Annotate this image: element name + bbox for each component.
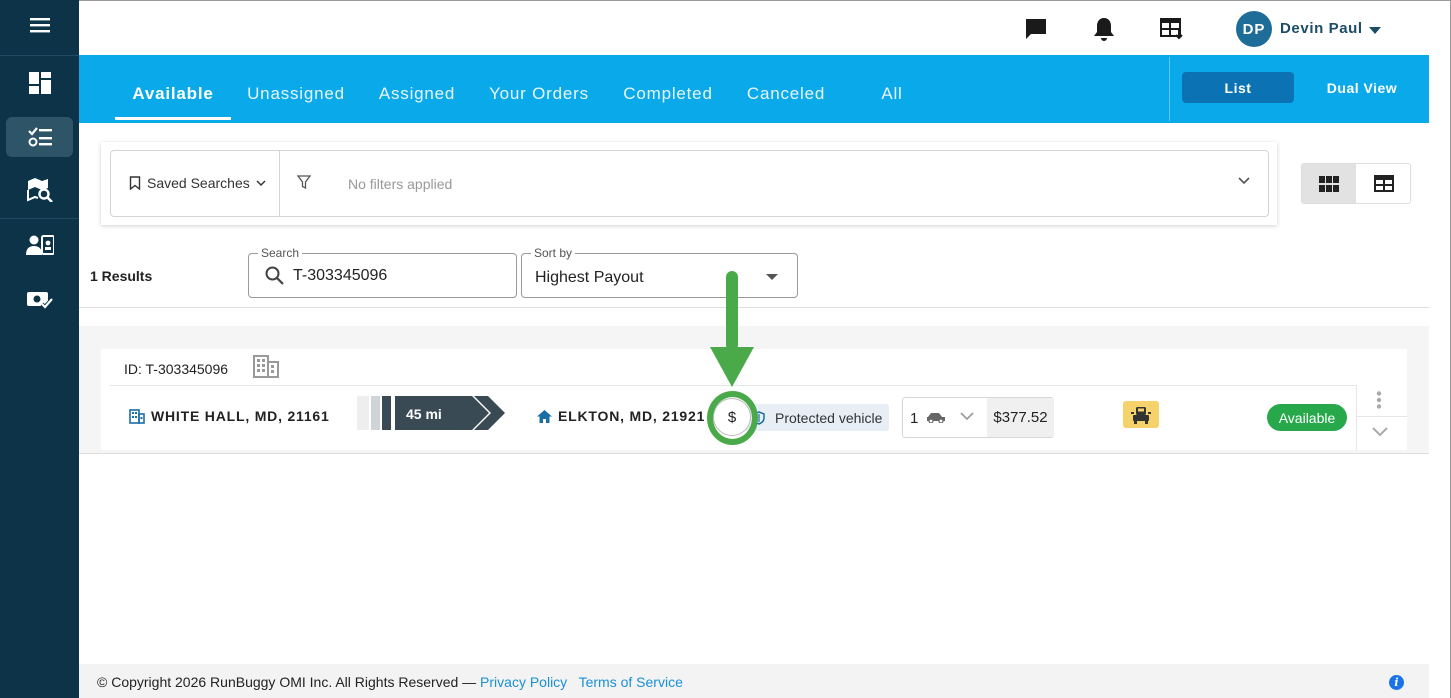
list-view-button[interactable]: List: [1182, 72, 1294, 103]
tab-your-orders[interactable]: Your Orders: [481, 55, 597, 123]
sidebar-item-users[interactable]: [6, 225, 73, 265]
table-export-icon[interactable]: [1159, 16, 1185, 42]
search-label: Search: [258, 246, 303, 260]
chevron-down-icon[interactable]: [1372, 427, 1388, 437]
bookmark-icon: [129, 176, 141, 190]
copyright-text: © Copyright 2026 RunBuggy OMI Inc. All R…: [97, 674, 683, 690]
dual-view-button[interactable]: Dual View: [1309, 72, 1415, 103]
results-count: 1 Results: [90, 268, 153, 284]
car-icon: [927, 413, 945, 423]
grid-layout-button[interactable]: [1302, 164, 1356, 203]
chevron-down-icon: [960, 412, 974, 421]
grid-icon: [1319, 175, 1339, 192]
filter-divider: [279, 151, 280, 216]
dropoff-address: ELKTON, MD, 21921: [558, 408, 706, 424]
sidebar: [0, 0, 79, 698]
chevron-down-icon: [256, 179, 266, 186]
building-icon: [253, 355, 279, 378]
protected-vehicle-badge: Protected vehicle: [745, 404, 889, 431]
sort-value: Highest Payout: [535, 269, 644, 286]
search-field[interactable]: Search T-303345096: [248, 246, 517, 298]
dropoff-location: ELKTON, MD, 21921: [537, 408, 705, 424]
avatar[interactable]: DP: [1236, 11, 1272, 47]
table-layout-button[interactable]: [1357, 164, 1411, 203]
chevron-down-icon: [766, 274, 778, 280]
saved-searches-label: Saved Searches: [147, 175, 250, 191]
tab-unassigned[interactable]: Unassigned: [239, 55, 353, 123]
bell-icon[interactable]: [1091, 16, 1117, 42]
card-divider: [1356, 416, 1407, 417]
info-icon[interactable]: i: [1389, 675, 1404, 690]
active-tab-indicator: [115, 117, 231, 120]
vehicle-count: 1: [910, 410, 919, 427]
order-card[interactable]: ID: T-303345096 WHITE HALL, MD, 21161 45…: [101, 349, 1407, 450]
protected-vehicle-label: Protected vehicle: [775, 409, 883, 426]
tab-assigned[interactable]: Assigned: [369, 55, 465, 123]
vehicle-count-select[interactable]: 1 $377.52: [902, 397, 1054, 438]
sidebar-divider: [0, 218, 79, 219]
orders-list-icon: [27, 127, 52, 147]
more-options-icon[interactable]: [1376, 391, 1382, 409]
filter-icon[interactable]: [297, 175, 311, 190]
terms-of-service-link[interactable]: Terms of Service: [579, 674, 683, 690]
privacy-policy-link[interactable]: Privacy Policy: [480, 674, 567, 690]
sidebar-divider: [0, 55, 79, 56]
order-id: ID: T-303345096: [124, 361, 229, 377]
tab-available[interactable]: Available: [115, 55, 231, 123]
payment-check-icon: [26, 292, 53, 309]
filter-panel: Saved Searches No filters applied: [101, 142, 1277, 225]
saved-searches-dropdown[interactable]: Saved Searches: [129, 175, 266, 191]
map-search-icon: [26, 178, 53, 202]
status-badge: Available: [1267, 404, 1347, 431]
sidebar-item-dashboard[interactable]: [6, 63, 73, 103]
right-edge: [1429, 55, 1451, 698]
distance-label: 45 mi: [406, 406, 442, 422]
card-divider: [1356, 385, 1357, 450]
annotation-highlight-ring: [707, 391, 758, 445]
tab-canceled[interactable]: Canceled: [740, 55, 832, 123]
hamburger-menu-icon[interactable]: [6, 5, 73, 45]
order-price: $377.52: [987, 398, 1054, 437]
chat-icon[interactable]: [1023, 16, 1049, 42]
sidebar-item-orders[interactable]: [6, 117, 73, 157]
truck-type-badge: [1123, 401, 1159, 428]
filter-bar[interactable]: Saved Searches No filters applied: [110, 150, 1269, 217]
sort-select[interactable]: Sort by Highest Payout: [521, 246, 798, 298]
annotation-arrow-icon: [710, 271, 754, 387]
search-input[interactable]: T-303345096: [293, 267, 387, 285]
truck-icon: [1131, 406, 1151, 424]
status-tab-bar: Available Unassigned Assigned Your Order…: [79, 55, 1429, 123]
copyright-label: © Copyright 2026 RunBuggy OMI Inc. All R…: [97, 674, 477, 690]
tab-completed[interactable]: Completed: [614, 55, 722, 123]
top-header: DP Devin Paul: [79, 0, 1451, 55]
home-location-icon: [537, 409, 552, 423]
pickup-location: WHITE HALL, MD, 21161: [129, 408, 330, 424]
filter-status-text: No filters applied: [348, 176, 453, 192]
users-icon: [25, 235, 54, 255]
user-name[interactable]: Devin Paul: [1280, 20, 1363, 37]
chevron-down-icon[interactable]: [1369, 27, 1381, 34]
footer: © Copyright 2026 RunBuggy OMI Inc. All R…: [79, 664, 1429, 698]
tab-divider: [1169, 57, 1170, 121]
search-icon: [265, 266, 284, 285]
pickup-address: WHITE HALL, MD, 21161: [151, 408, 330, 424]
chevron-down-icon[interactable]: [1238, 177, 1250, 185]
sort-label: Sort by: [531, 246, 576, 260]
business-location-icon: [129, 408, 145, 424]
tab-all[interactable]: All: [869, 55, 915, 123]
layout-toggle: [1301, 163, 1411, 204]
section-divider: [79, 307, 1429, 308]
sidebar-item-map-search[interactable]: [6, 170, 73, 210]
sidebar-item-payments[interactable]: [6, 280, 73, 320]
dashboard-icon: [28, 72, 51, 94]
table-icon: [1374, 175, 1394, 192]
